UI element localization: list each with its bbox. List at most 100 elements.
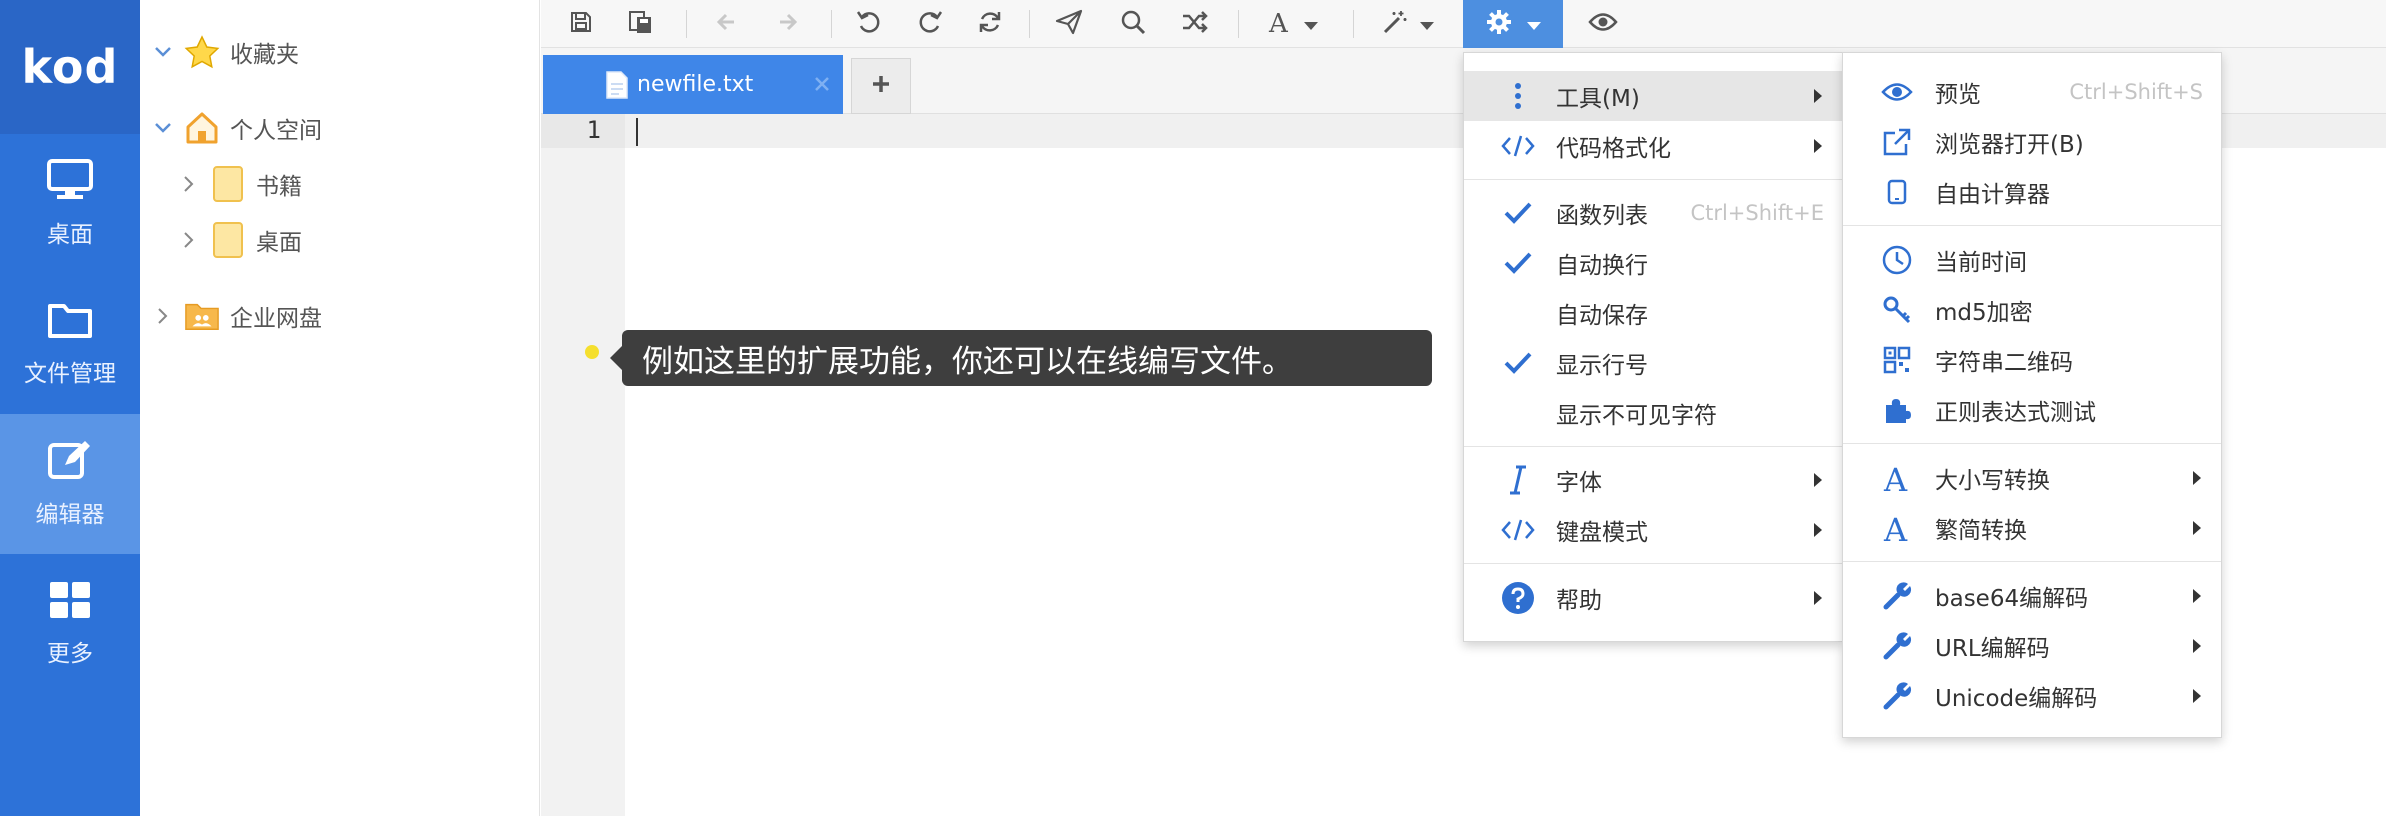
menu-item-base64[interactable]: base64编解码 bbox=[1843, 571, 2221, 621]
menu-label: 正则表达式测试 bbox=[1935, 400, 2096, 426]
search-button[interactable] bbox=[1113, 0, 1153, 48]
tools-submenu: 预览 Ctrl+Shift+S 浏览器打开(B) 自由计算器 当前时间 md5加… bbox=[1842, 52, 2222, 738]
menu-item-show-line-numbers[interactable]: 显示行号 bbox=[1464, 338, 1842, 388]
menu-item-font[interactable]: 字体 bbox=[1464, 455, 1842, 505]
search-icon bbox=[1120, 9, 1146, 39]
wrench-icon bbox=[1879, 678, 1915, 714]
font-icon: A bbox=[1266, 9, 1292, 39]
tree-item-enterprise-drive[interactable]: 企业网盘 bbox=[154, 294, 322, 338]
refresh-button[interactable] bbox=[970, 0, 1010, 48]
tree-item-books[interactable]: 书籍 bbox=[180, 162, 302, 206]
nav-item-more[interactable]: 更多 bbox=[0, 554, 140, 694]
menu-hotkey: Ctrl+Shift+S bbox=[2069, 80, 2203, 104]
submenu-arrow-icon bbox=[1814, 591, 1822, 605]
caret-down-icon bbox=[1304, 15, 1318, 34]
toolbar-divider bbox=[831, 10, 832, 38]
menu-item-keyboard-mode[interactable]: 键盘模式 bbox=[1464, 505, 1842, 555]
menu-label: Unicode编解码 bbox=[1935, 686, 2098, 712]
menu-label: md5加密 bbox=[1935, 300, 2033, 326]
nav-label-file-manager: 文件管理 bbox=[24, 361, 116, 387]
chevron-down-icon[interactable] bbox=[154, 43, 172, 61]
menu-item-trad-simp-convert[interactable]: A 繁简转换 bbox=[1843, 503, 2221, 553]
menu-item-open-in-browser[interactable]: 浏览器打开(B) bbox=[1843, 117, 2221, 167]
guide-tooltip: 例如这里的扩展功能，你还可以在线编写文件。 bbox=[610, 330, 1432, 386]
menu-item-preview[interactable]: 预览 Ctrl+Shift+S bbox=[1843, 67, 2221, 117]
menu-item-qrcode[interactable]: 字符串二维码 bbox=[1843, 335, 2221, 385]
menu-label: 字体 bbox=[1556, 470, 1602, 496]
menu-item-word-wrap[interactable]: 自动换行 bbox=[1464, 238, 1842, 288]
menu-item-show-invisibles[interactable]: 显示不可见字符 bbox=[1464, 388, 1842, 438]
menu-item-md5[interactable]: md5加密 bbox=[1843, 285, 2221, 335]
replace-button[interactable] bbox=[1175, 0, 1215, 48]
menu-item-help[interactable]: 帮助 bbox=[1464, 573, 1842, 623]
key-icon bbox=[1879, 292, 1915, 328]
help-icon bbox=[1500, 580, 1536, 616]
grid-icon bbox=[48, 580, 92, 620]
app-window: kod 桌面 文件管理 编辑器 更多 收藏夹 个人空间 书籍 桌面 企业网盘 A… bbox=[0, 0, 2386, 816]
check-icon bbox=[1500, 345, 1536, 381]
toolbar-divider bbox=[1353, 10, 1354, 38]
tree-item-desktop[interactable]: 桌面 bbox=[180, 218, 302, 262]
clock-icon bbox=[1879, 242, 1915, 278]
menu-item-code-format[interactable]: 代码格式化 bbox=[1464, 121, 1842, 171]
preview-button[interactable] bbox=[1583, 0, 1623, 48]
save-button[interactable] bbox=[561, 0, 601, 48]
menu-divider bbox=[1464, 446, 1842, 447]
settings-dropdown[interactable] bbox=[1463, 0, 1563, 48]
folder-icon bbox=[47, 300, 93, 340]
menu-label: 帮助 bbox=[1556, 588, 1602, 614]
tree-label: 桌面 bbox=[256, 230, 302, 256]
menu-label: 自动换行 bbox=[1556, 253, 1648, 279]
back-button[interactable] bbox=[706, 0, 746, 48]
check-icon bbox=[1500, 245, 1536, 281]
check-icon bbox=[1500, 195, 1536, 231]
forward-button[interactable] bbox=[768, 0, 808, 48]
menu-item-function-list[interactable]: 函数列表 Ctrl+Shift+E bbox=[1464, 188, 1842, 238]
svg-text:A: A bbox=[1883, 463, 1908, 493]
menu-item-regex-test[interactable]: 正则表达式测试 bbox=[1843, 385, 2221, 435]
nav-item-file-manager[interactable]: 文件管理 bbox=[0, 274, 140, 414]
magic-dropdown[interactable] bbox=[1373, 0, 1443, 48]
chevron-right-icon[interactable] bbox=[154, 307, 172, 325]
nav-item-desktop[interactable]: 桌面 bbox=[0, 134, 140, 274]
send-button[interactable] bbox=[1049, 0, 1089, 48]
menu-item-current-time[interactable]: 当前时间 bbox=[1843, 235, 2221, 285]
tablet-icon bbox=[1879, 174, 1915, 210]
font-dropdown[interactable]: A bbox=[1257, 0, 1327, 48]
save-all-button[interactable] bbox=[621, 0, 661, 48]
close-icon[interactable] bbox=[813, 75, 831, 97]
code-icon bbox=[1500, 512, 1536, 548]
menu-item-auto-save[interactable]: 自动保存 bbox=[1464, 288, 1842, 338]
menu-item-url-codec[interactable]: URL编解码 bbox=[1843, 621, 2221, 671]
line-number-row: 1 bbox=[541, 114, 625, 148]
toolbar-divider bbox=[1238, 10, 1239, 38]
menu-item-unicode-codec[interactable]: Unicode编解码 bbox=[1843, 671, 2221, 721]
caret-down-icon bbox=[1527, 15, 1541, 34]
tab-newfile[interactable]: newfile.txt bbox=[543, 55, 843, 114]
left-nav: kod 桌面 文件管理 编辑器 更多 bbox=[0, 0, 140, 816]
chevron-right-icon[interactable] bbox=[180, 231, 198, 249]
menu-label: 代码格式化 bbox=[1556, 136, 1671, 162]
tree-label: 书籍 bbox=[256, 174, 302, 200]
submenu-arrow-icon bbox=[1814, 139, 1822, 153]
tooltip-indicator bbox=[585, 345, 599, 359]
vertical-dots-icon bbox=[1500, 78, 1536, 114]
tree-item-favorites[interactable]: 收藏夹 bbox=[154, 30, 299, 74]
menu-item-calculator[interactable]: 自由计算器 bbox=[1843, 167, 2221, 217]
tree-item-personal-space[interactable]: 个人空间 bbox=[154, 106, 322, 150]
nav-label-editor: 编辑器 bbox=[35, 502, 105, 528]
send-icon bbox=[1055, 9, 1083, 39]
wrench-icon bbox=[1879, 578, 1915, 614]
redo-button[interactable] bbox=[910, 0, 950, 48]
menu-item-tools[interactable]: 工具(M) bbox=[1464, 71, 1842, 121]
add-tab-button[interactable] bbox=[851, 58, 911, 114]
menu-label: 当前时间 bbox=[1935, 250, 2027, 276]
chevron-right-icon[interactable] bbox=[180, 175, 198, 193]
menu-label: 键盘模式 bbox=[1556, 520, 1648, 546]
nav-label-more: 更多 bbox=[47, 641, 93, 667]
undo-button[interactable] bbox=[849, 0, 889, 48]
nav-item-editor[interactable]: 编辑器 bbox=[0, 414, 140, 554]
menu-item-case-convert[interactable]: A 大小写转换 bbox=[1843, 453, 2221, 503]
submenu-arrow-icon bbox=[2193, 689, 2201, 703]
chevron-down-icon[interactable] bbox=[154, 119, 172, 137]
